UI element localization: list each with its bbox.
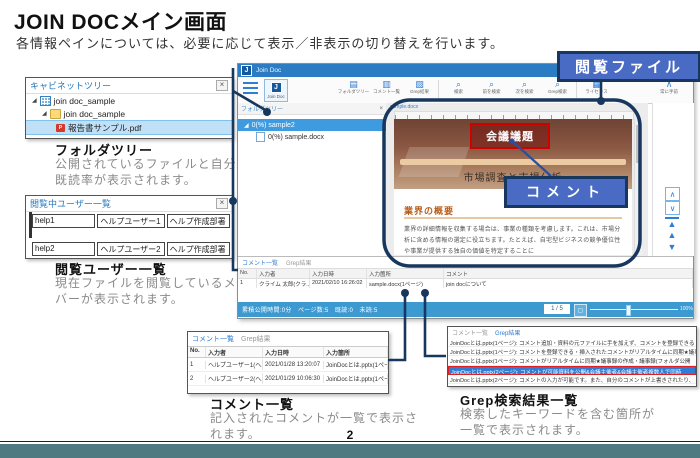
section-divider (404, 217, 622, 219)
viewer-row[interactable]: help2 ヘルプユーザー2 ヘルプ作成部署 (32, 242, 230, 256)
scroll-down-button[interactable]: ∨ (665, 201, 680, 215)
app-folder-tree-pane: フォルダツリー × ◢ 0(%) sample2 0(%) sample.doc… (238, 103, 387, 256)
toolbar-button-search-prev[interactable]: ⌕ 前を検索 (476, 79, 507, 95)
expand-icon: ◢ (244, 122, 249, 129)
section-heading: 業界の概要 (404, 204, 454, 217)
comment-list-header: No. 入力者 入力日時 入力箇所 (188, 346, 388, 358)
open-file-label: sample.docx (390, 104, 418, 110)
cabinet-icon (40, 96, 51, 106)
window-title: Join Doc (256, 67, 281, 74)
tree-item-pdf-selected[interactable]: P 報告書サンプル.pdf (26, 120, 232, 135)
viewing-users-panel: 閲覧中ユーザー一覧 × help1 ヘルプユーザー1 ヘルプ作成部署 help2… (25, 195, 233, 259)
toolbar-button-folder-tree[interactable]: ▤ フォルダツリー (338, 79, 369, 95)
comment-table-row[interactable]: 1 クライム 太郎(クラ... 2021/02/10 16:26:02 samp… (238, 279, 693, 288)
caption-folder-tree-body: 公開されているファイルと自分の既読率が表示されます。 (55, 156, 260, 188)
tab-grep-result[interactable]: Grep結果 (241, 334, 271, 344)
app-logo-icon: J (241, 65, 252, 76)
close-icon[interactable]: × (216, 80, 228, 91)
grep-row-selected[interactable]: JoinDocとは.pptx(2ページ): コメントが可能資料を公開&会議主催者… (448, 366, 696, 375)
tree-item-folder[interactable]: ◢ join doc_sample (26, 107, 232, 120)
scroll-up-button[interactable]: ∧ (665, 187, 680, 201)
footer-divider (0, 441, 700, 442)
slide-divider-bar (400, 159, 626, 165)
pin-on-top-button[interactable]: ⊼ 常に手前 (654, 80, 684, 95)
search-icon: ⌕ (456, 79, 461, 89)
viewers-panel-title: 閲覧中ユーザー一覧 (30, 197, 111, 210)
grep-result-icon: ▨ (415, 79, 424, 89)
tab-comment-list[interactable]: コメント一覧 (242, 258, 278, 267)
grep-result-panel: コメント一覧 Grep結果 JoinDocとは.pptx(1ページ): コメント… (447, 326, 697, 387)
triangle-down-icon: ▼ (668, 242, 677, 252)
selection-cursor (29, 212, 32, 238)
page-subtitle: 各情報ペインについては、必要に応じて表示／非表示の切り替えを行います。 (16, 33, 504, 52)
pdf-icon: P (56, 124, 65, 132)
slide-page-number: 2 (0, 428, 700, 442)
toolbar-button-comment-list[interactable]: ▥ コメント一覧 (371, 79, 402, 95)
tab-comment-list[interactable]: コメント一覧 (192, 334, 234, 344)
grep-row[interactable]: JoinDocとは.pptx(1ページ): コメント追加・資料の元ファイルに手を… (448, 338, 696, 347)
app-tree-title: フォルダツリー (241, 104, 283, 113)
search-next-icon: ⌕ (522, 79, 527, 89)
callout-comment: コメント (504, 176, 628, 208)
page-navigation-column: ∧ ∨ ▲ ▲ ▼ ▼ (652, 103, 694, 256)
next-page-button[interactable]: ▼ (665, 242, 679, 252)
zoom-level: 100% (680, 306, 693, 312)
tab-comment-list[interactable]: コメント一覧 (452, 328, 488, 337)
expand-icon[interactable]: ◢ (42, 110, 47, 117)
comment-list-row[interactable]: 1 ヘルプユーザー1(ヘ... 2021/01/28 13:20:07 Join… (188, 358, 388, 372)
comment-list-panel: コメント一覧 Grep結果 No. 入力者 入力日時 入力箇所 1 ヘルプユーザ… (187, 331, 389, 394)
zoom-slider-thumb[interactable] (626, 305, 631, 316)
comment-list-row[interactable]: 2 ヘルプユーザー2(ヘ... 2021/01/29 10:06:30 Join… (188, 372, 388, 386)
callout-view-file: 閲覧ファイル (557, 51, 700, 82)
folder-tree-icon: ▤ (349, 79, 358, 89)
toolbar-button-search-next[interactable]: ⌕ 次を検索 (509, 79, 540, 95)
page-indicator: 1 / 5 (544, 304, 570, 314)
slide: JOIN DOCメイン画面 各情報ペインについては、必要に応じて表示／非表示の切… (0, 0, 700, 458)
app-tree-child[interactable]: 0(%) sample.docx (238, 131, 386, 143)
chevron-up-icon: ∧ (670, 190, 676, 199)
triangle-up-icon: ▲ (668, 230, 677, 240)
triangle-up-icon: ▲ (668, 219, 677, 229)
app-tree-root-selected[interactable]: ◢ 0(%) sample2 (238, 119, 386, 131)
grep-row[interactable]: JoinDocとは.pptx(2ページ): コメントの入力が可能です。また、自分… (448, 375, 696, 384)
cabinet-tree-panel: キャビネットツリー × ◢ join doc_sample ◢ join doc… (25, 77, 233, 139)
toolbar-button-grep-result[interactable]: ▨ Grep結果 (404, 79, 435, 95)
caption-viewers-body: 現在ファイルを閲覧しているメンバーが表示されます。 (55, 275, 260, 307)
tree-item-cabinet[interactable]: ◢ join doc_sample (26, 94, 232, 107)
tab-grep-result[interactable]: Grep結果 (495, 328, 520, 337)
scrollbar-thumb[interactable] (636, 125, 641, 163)
status-summary: 累積公開時間:0分 ページ数:5 既読:0 未読:5 (242, 305, 378, 314)
close-icon[interactable]: × (379, 106, 383, 112)
first-page-button[interactable]: ▲ (665, 217, 679, 229)
grep-row[interactable]: JoinDocとは.pptx(1ページ): コメントがリアルタイムに同期★議事録… (448, 356, 696, 365)
comment-list-icon: ▥ (382, 79, 391, 89)
expand-icon[interactable]: ◢ (32, 97, 37, 104)
menu-icon[interactable] (243, 82, 258, 95)
grep-row[interactable]: JoinDocとは.pptx(1ページ): コメントを登録できる・挿入されたコメ… (448, 347, 696, 356)
page-title: JOIN DOCメイン画面 (14, 6, 227, 36)
close-icon[interactable]: × (216, 198, 228, 209)
fit-width-button[interactable]: ▢ (574, 304, 587, 317)
app-comment-pane: コメント一覧 Grep結果 No. 入力者 入力日時 入力箇所 コメント 1 ク… (238, 256, 693, 303)
document-icon (256, 132, 265, 142)
join-doc-button[interactable]: J Join Doc (264, 79, 288, 102)
chevron-down-icon: ∨ (670, 204, 676, 213)
app-logo-icon: J (271, 82, 282, 93)
folder-icon (50, 109, 61, 119)
cabinet-panel-title: キャビネットツリー (30, 79, 111, 92)
comment-table-header: No. 入力者 入力日時 入力箇所 コメント (238, 268, 693, 279)
zoom-slider[interactable] (590, 309, 678, 310)
status-bar: 累積公開時間:0分 ページ数:5 既読:0 未読:5 1 / 5 ▢ 100% (238, 302, 693, 317)
toolbar-button-search[interactable]: ⌕ 検索 (443, 79, 474, 95)
document-body-text: 業界の詳細情報を収集する場合は、事業の種類を考慮します。これは、市場分析に含める… (404, 225, 622, 255)
vertical-scrollbar[interactable] (634, 119, 642, 255)
footer-bar (0, 444, 700, 458)
prev-page-button[interactable]: ▲ (665, 230, 679, 240)
tab-grep-result[interactable]: Grep結果 (286, 258, 311, 267)
viewer-row[interactable]: help1 ヘルプユーザー1 ヘルプ作成部署 (32, 214, 230, 228)
highlighted-slide-title: 会議議題 (470, 123, 550, 149)
search-prev-icon: ⌕ (489, 79, 494, 89)
